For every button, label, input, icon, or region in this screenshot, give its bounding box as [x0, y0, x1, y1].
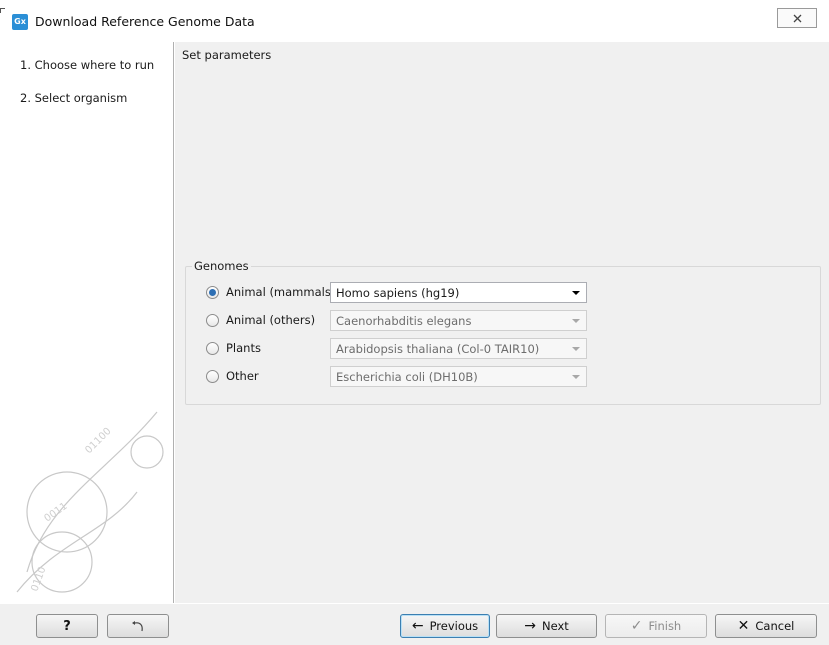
radio-animal-others[interactable] — [206, 313, 219, 327]
genomes-group: Genomes Animal (mammals) Homo sapiens (h… — [185, 259, 821, 405]
option-label: Animal (others) — [226, 313, 316, 327]
option-label: Plants — [226, 341, 261, 355]
finish-label: Finish — [648, 619, 682, 633]
arrow-left-icon: ← — [411, 618, 424, 634]
window-corner — [0, 8, 5, 13]
option-label: Animal (mammals) — [226, 285, 336, 299]
option-other[interactable]: Other — [206, 369, 259, 383]
genome-select-animal-mammals[interactable]: Homo sapiens (hg19) — [330, 282, 587, 303]
step-select-organism: 2. Select organism — [20, 91, 128, 105]
next-button[interactable]: → Next — [496, 614, 597, 638]
decorative-logo: 01100 0011 0110 — [16, 411, 164, 593]
select-value: Escherichia coli (DH10B) — [336, 369, 478, 384]
chevron-down-icon — [566, 367, 586, 386]
option-animal-others[interactable]: Animal (others) — [206, 313, 315, 327]
finish-button: ✓ Finish — [605, 614, 707, 638]
window-title: Download Reference Genome Data — [35, 14, 255, 29]
close-icon — [793, 14, 801, 22]
cancel-label: Cancel — [755, 619, 795, 633]
step-choose-where-to-run: 1. Choose where to run — [20, 58, 155, 72]
select-value: Caenorhabditis elegans — [336, 313, 472, 328]
reset-icon — [132, 621, 143, 632]
reset-button[interactable] — [107, 614, 169, 638]
chevron-down-icon — [566, 339, 586, 358]
option-animal-mammals[interactable]: Animal (mammals) — [206, 285, 335, 299]
wizard-steps-sidebar: 1. Choose where to run 2. Select organis… — [7, 42, 174, 603]
radio-animal-mammals[interactable] — [206, 285, 219, 299]
option-plants[interactable]: Plants — [206, 341, 261, 355]
option-label: Other — [226, 369, 259, 383]
genome-select-plants: Arabidopsis thaliana (Col-0 TAIR10) — [330, 338, 587, 359]
genome-select-animal-others: Caenorhabditis elegans — [330, 310, 587, 331]
previous-label: Previous — [429, 619, 479, 633]
close-icon: ✕ — [737, 618, 750, 634]
chevron-down-icon — [566, 283, 586, 302]
title-bar: Gx Download Reference Genome Data — [0, 0, 829, 34]
chevron-down-icon — [566, 311, 586, 330]
parameters-panel: Set parameters Genomes Animal (mammals) … — [175, 42, 829, 603]
button-bar: ? ← Previous → Next ✓ Finish ✕ Cancel — [0, 604, 829, 645]
select-value: Homo sapiens (hg19) — [336, 285, 460, 300]
svg-text:0011: 0011 — [42, 501, 69, 525]
panel-title: Set parameters — [182, 48, 272, 62]
next-label: Next — [541, 619, 569, 633]
app-icon: Gx — [12, 14, 28, 30]
close-button[interactable] — [777, 8, 817, 28]
arrow-right-icon: → — [524, 618, 536, 634]
help-button[interactable]: ? — [36, 614, 98, 638]
svg-text:01100: 01100 — [83, 426, 113, 456]
genome-select-other: Escherichia coli (DH10B) — [330, 366, 587, 387]
genomes-group-label: Genomes — [192, 259, 251, 273]
help-icon: ? — [63, 618, 71, 634]
checkmark-icon: ✓ — [630, 618, 643, 634]
previous-button[interactable]: ← Previous — [400, 614, 490, 638]
select-value: Arabidopsis thaliana (Col-0 TAIR10) — [336, 341, 540, 356]
radio-plants[interactable] — [206, 341, 219, 355]
radio-other[interactable] — [206, 369, 219, 383]
cancel-button[interactable]: ✕ Cancel — [715, 614, 817, 638]
